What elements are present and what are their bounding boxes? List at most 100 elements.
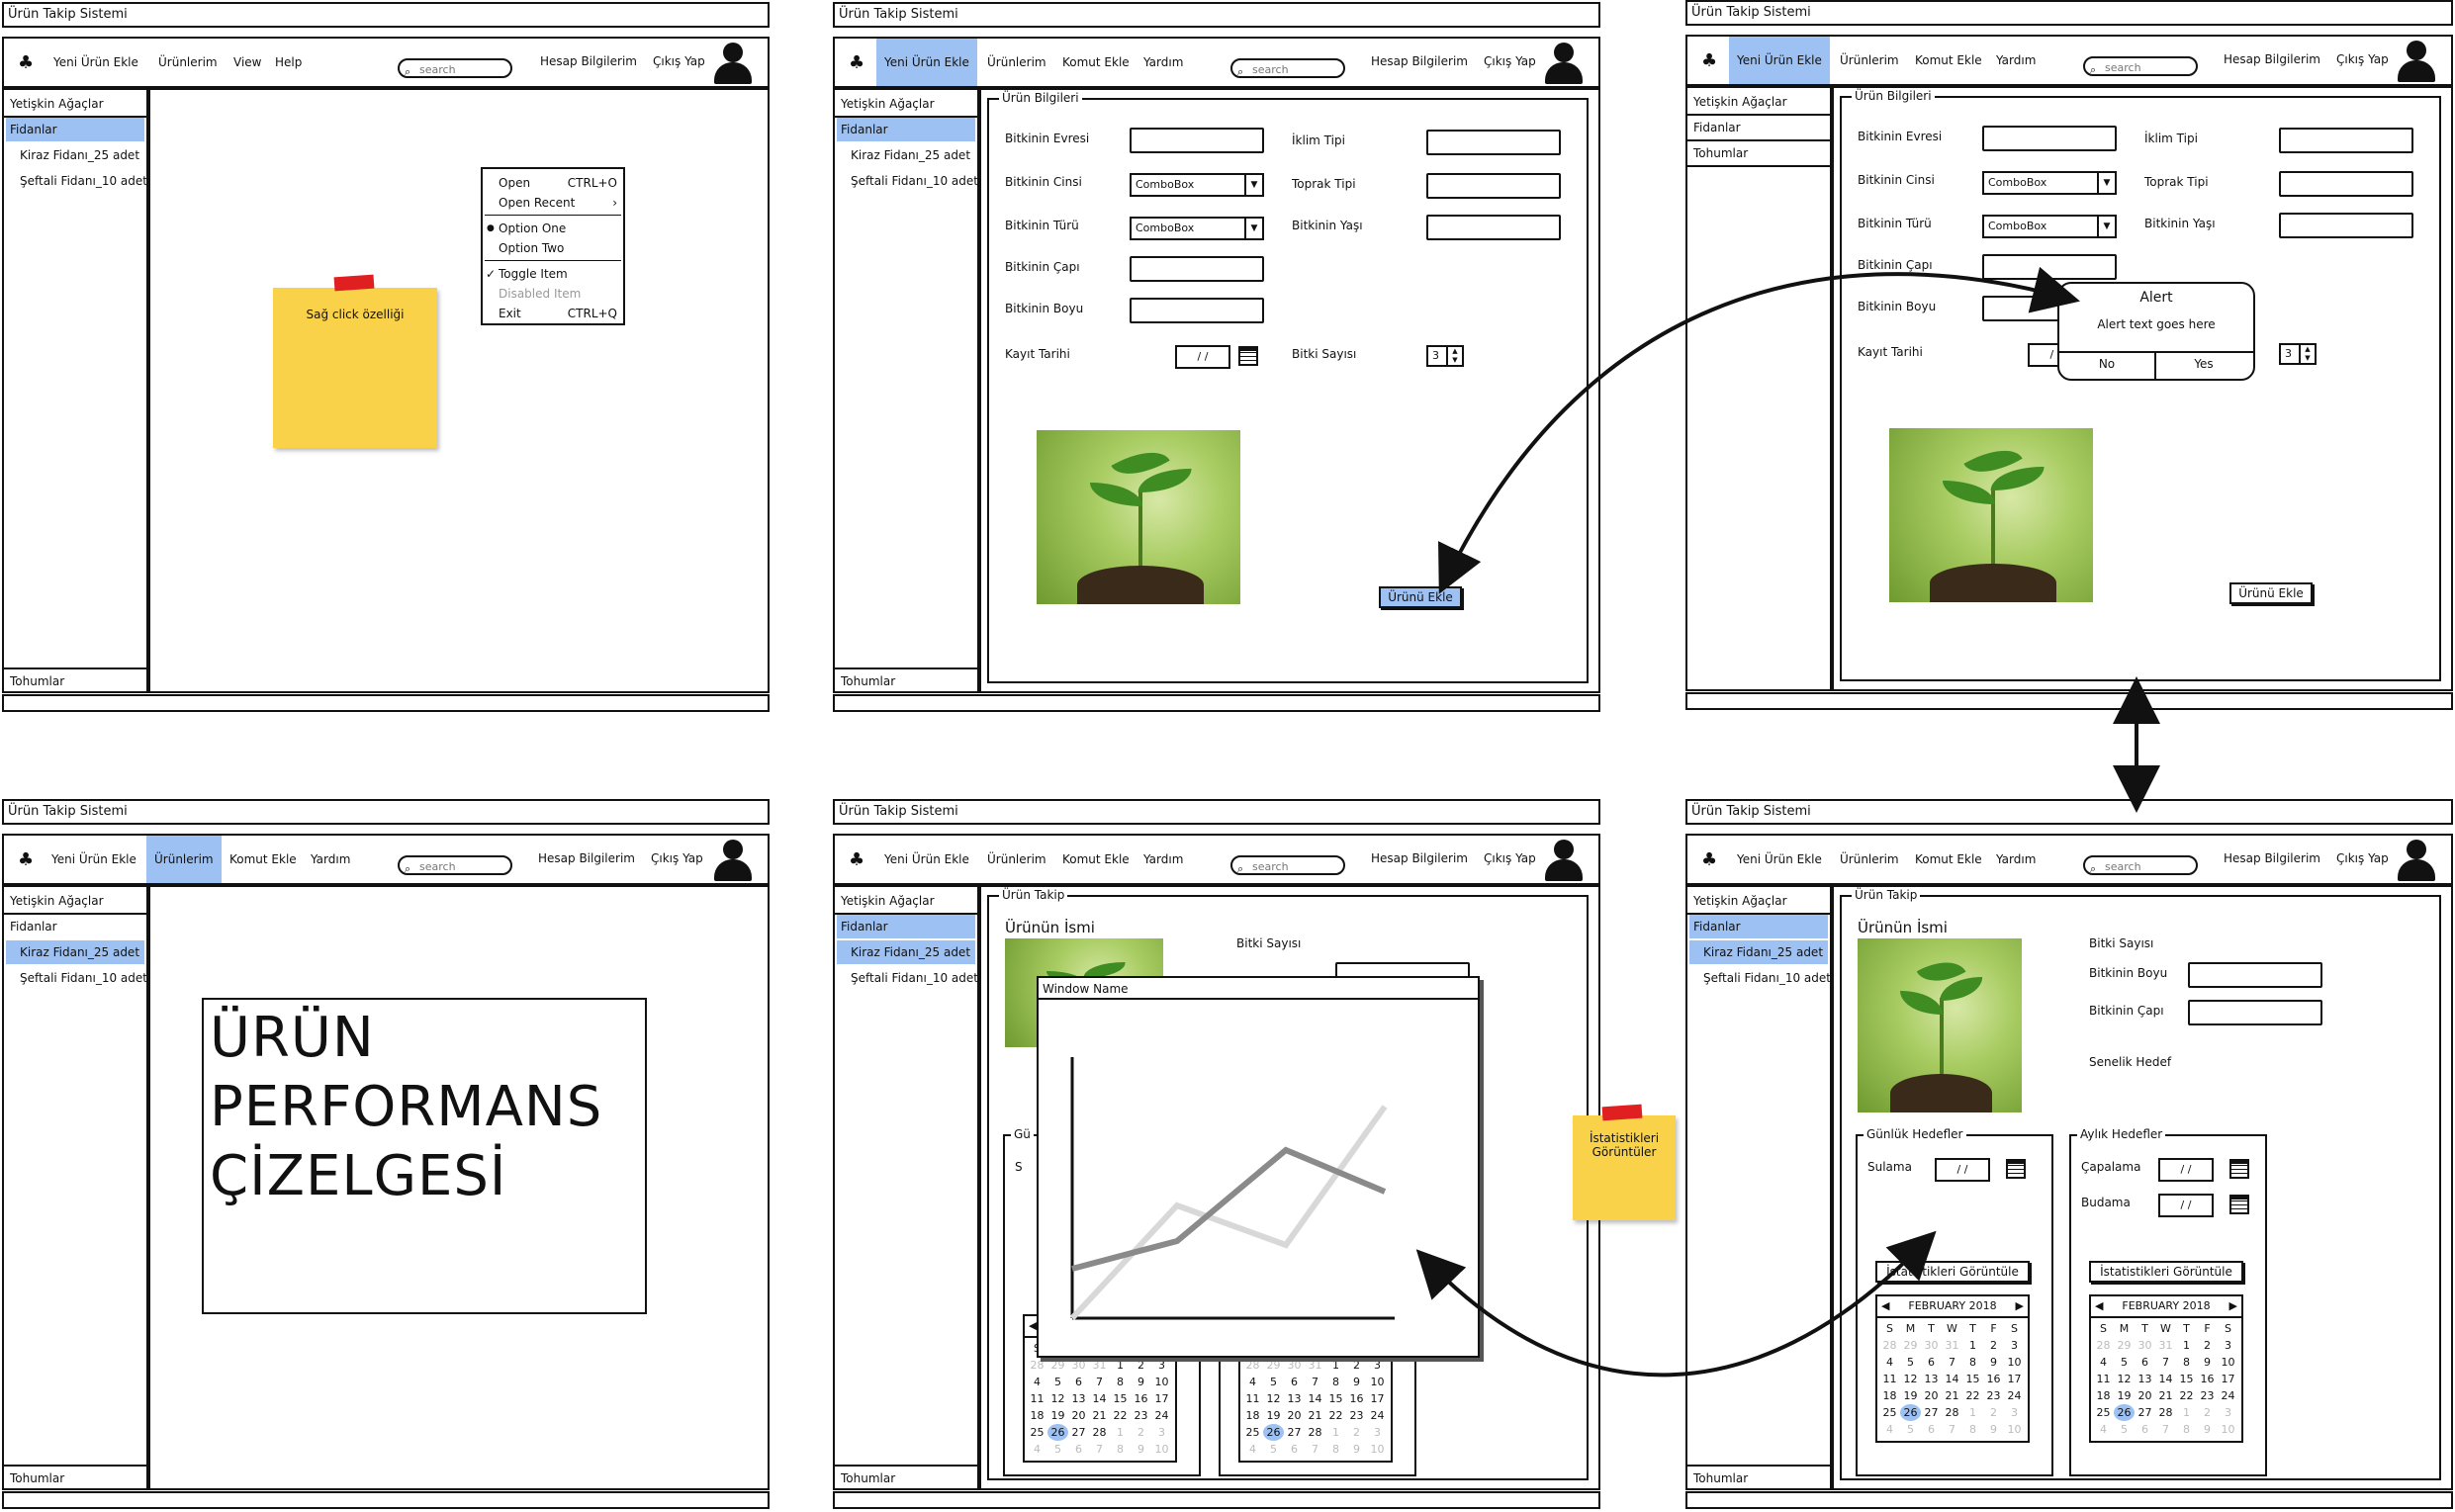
calendar-day[interactable]: 16 <box>1346 1390 1367 1407</box>
nav-help[interactable]: Help <box>267 39 310 86</box>
calendar-day[interactable]: 19 <box>1263 1407 1284 1424</box>
prev-month-icon[interactable]: ◀ <box>2095 1296 2103 1316</box>
search-input[interactable]: ⌕ search <box>2083 56 2198 76</box>
calendar-day[interactable]: 8 <box>1325 1441 1346 1458</box>
calendar-day[interactable]: 23 <box>2197 1387 2218 1404</box>
calendar-day[interactable]: 29 <box>1900 1337 1921 1354</box>
account-link[interactable]: Hesap Bilgilerim <box>1371 851 1468 865</box>
calendar-day[interactable]: 19 <box>2114 1387 2135 1404</box>
diameter-field[interactable] <box>1982 254 2117 280</box>
calendar-day[interactable]: 7 <box>1942 1354 1962 1371</box>
age-field[interactable] <box>1426 215 1561 240</box>
sidebar-item-seeds[interactable]: Tohumlar <box>1689 141 1828 165</box>
calendar-day[interactable]: 30 <box>1068 1357 1089 1374</box>
sidebar-item-saplings[interactable]: Fidanlar <box>837 118 975 141</box>
calendar-day[interactable]: 31 <box>1942 1337 1962 1354</box>
calendar-day[interactable]: 28 <box>1879 1337 1900 1354</box>
account-link[interactable]: Hesap Bilgilerim <box>2224 52 2320 66</box>
calendar-day[interactable]: 5 <box>1263 1441 1284 1458</box>
calendar-day[interactable]: 6 <box>1284 1441 1305 1458</box>
nav-products[interactable]: Ürünlerim <box>1832 37 1907 84</box>
calendar-day[interactable]: 17 <box>2218 1371 2238 1387</box>
calendar-day[interactable]: 2 <box>1131 1357 1151 1374</box>
sidebar-item-adult-trees[interactable]: Yetişkin Ağaçlar <box>1689 889 1828 913</box>
menu-item-open[interactable]: Open CTRL+O <box>483 173 623 193</box>
calendar-day[interactable]: 10 <box>2004 1354 2025 1371</box>
sidebar-item-peach[interactable]: Şeftali Fidanı_10 adet <box>6 966 147 990</box>
calendar-day[interactable]: 12 <box>1263 1390 1284 1407</box>
species-combobox[interactable]: ComboBox ▼ <box>1982 215 2117 238</box>
calendar-day[interactable]: 2 <box>1983 1404 2004 1421</box>
nav-add-command[interactable]: Komut Ekle <box>222 836 305 883</box>
nav-products[interactable]: Ürünlerim <box>979 836 1054 883</box>
calendar-day[interactable]: 20 <box>2135 1387 2155 1404</box>
calendar-day[interactable]: 13 <box>1921 1371 1942 1387</box>
calendar-day[interactable]: 21 <box>1942 1387 1962 1404</box>
logout-link[interactable]: Çıkış Yap <box>1484 54 1536 68</box>
calendar-day[interactable]: 20 <box>1921 1387 1942 1404</box>
calendar-day[interactable]: 5 <box>1047 1374 1068 1390</box>
calendar-day[interactable]: 27 <box>2135 1404 2155 1421</box>
nav-help[interactable]: Yardım <box>1988 37 2044 84</box>
calendar-day[interactable]: 8 <box>1962 1354 1983 1371</box>
soil-field[interactable] <box>2279 171 2413 197</box>
calendar-day[interactable]: 12 <box>1047 1390 1068 1407</box>
sidebar-item-adult-trees[interactable]: Yetişkin Ağaçlar <box>1689 90 1828 114</box>
calendar-day[interactable]: 4 <box>1879 1421 1900 1438</box>
calendar-day[interactable]: 29 <box>2114 1337 2135 1354</box>
add-product-button[interactable]: Ürünü Ekle <box>2229 582 2313 604</box>
calendar-day[interactable]: 2 <box>1983 1337 2004 1354</box>
logout-link[interactable]: Çıkış Yap <box>1484 851 1536 865</box>
view-stats-button[interactable]: İstatistikleri Görüntüle <box>1875 1261 2030 1283</box>
calendar-day[interactable]: 27 <box>1068 1424 1089 1441</box>
calendar-day[interactable]: 4 <box>1879 1354 1900 1371</box>
nav-add-command[interactable]: Komut Ekle <box>1054 39 1137 86</box>
calendar-day[interactable]: 10 <box>2004 1421 2025 1438</box>
calendar-day[interactable]: 25 <box>1027 1424 1047 1441</box>
calendar-day[interactable]: 8 <box>1110 1441 1131 1458</box>
calendar-day[interactable]: 4 <box>1027 1441 1047 1458</box>
habitat-field[interactable] <box>1982 126 2117 151</box>
calendar-day[interactable]: 2 <box>2197 1404 2218 1421</box>
calendar-day[interactable]: 15 <box>2176 1371 2197 1387</box>
sidebar-item-saplings[interactable]: Fidanlar <box>1689 116 1828 139</box>
calendar-day[interactable]: 17 <box>2004 1371 2025 1387</box>
nav-products[interactable]: Ürünlerim <box>979 39 1054 86</box>
calendar-day[interactable]: 7 <box>1305 1441 1325 1458</box>
menu-item-option-two[interactable]: Option Two <box>483 238 623 258</box>
sidebar-item-saplings[interactable]: Fidanlar <box>6 118 144 141</box>
pruning-date-field[interactable]: / / <box>2158 1194 2214 1217</box>
next-month-icon[interactable]: ▶ <box>2229 1296 2237 1316</box>
account-link[interactable]: Hesap Bilgilerim <box>540 54 637 68</box>
calendar-day[interactable]: 10 <box>1151 1441 1172 1458</box>
calendar-day[interactable]: 2 <box>1131 1424 1151 1441</box>
sidebar-item-saplings[interactable]: Fidanlar <box>1689 915 1828 938</box>
nav-add-command[interactable]: Komut Ekle <box>1907 836 1990 883</box>
calendar-day[interactable]: 4 <box>2093 1421 2114 1438</box>
logout-link[interactable]: Çıkış Yap <box>2336 851 2389 865</box>
calendar-day[interactable]: 27 <box>1284 1424 1305 1441</box>
sidebar-item-adult-trees[interactable]: Yetişkin Ağaçlar <box>837 92 975 116</box>
calendar-day[interactable]: 28 <box>1089 1424 1110 1441</box>
nav-add-command[interactable]: Komut Ekle <box>1907 37 1990 84</box>
calendar-day[interactable]: 28 <box>1242 1357 1263 1374</box>
calendar-day[interactable]: 16 <box>1131 1390 1151 1407</box>
menu-item-option-one[interactable]: ● Option One <box>483 219 623 238</box>
calendar-day[interactable]: 31 <box>1089 1357 1110 1374</box>
calendar-day[interactable]: 10 <box>2218 1354 2238 1371</box>
nav-help[interactable]: Yardım <box>1988 836 2044 883</box>
calendar-day[interactable]: 11 <box>1879 1371 1900 1387</box>
calendar-day[interactable]: 30 <box>1284 1357 1305 1374</box>
nav-help[interactable]: Yardım <box>1136 39 1191 86</box>
user-avatar-icon[interactable] <box>1545 43 1583 84</box>
species-combobox[interactable]: ComboBox ▼ <box>1130 217 1264 240</box>
calendar-day[interactable]: 6 <box>1068 1441 1089 1458</box>
calendar-day[interactable]: 10 <box>1367 1374 1388 1390</box>
calendar-day[interactable]: 3 <box>2218 1337 2238 1354</box>
calendar-day[interactable]: 1 <box>1325 1357 1346 1374</box>
height-field[interactable] <box>2188 962 2322 988</box>
sidebar-item-peach[interactable]: Şeftali Fidanı_10 adet <box>837 966 978 990</box>
calendar-day[interactable]: 2 <box>1346 1357 1367 1374</box>
calendar-day[interactable]: 3 <box>2004 1404 2025 1421</box>
calendar-day[interactable]: 22 <box>1110 1407 1131 1424</box>
